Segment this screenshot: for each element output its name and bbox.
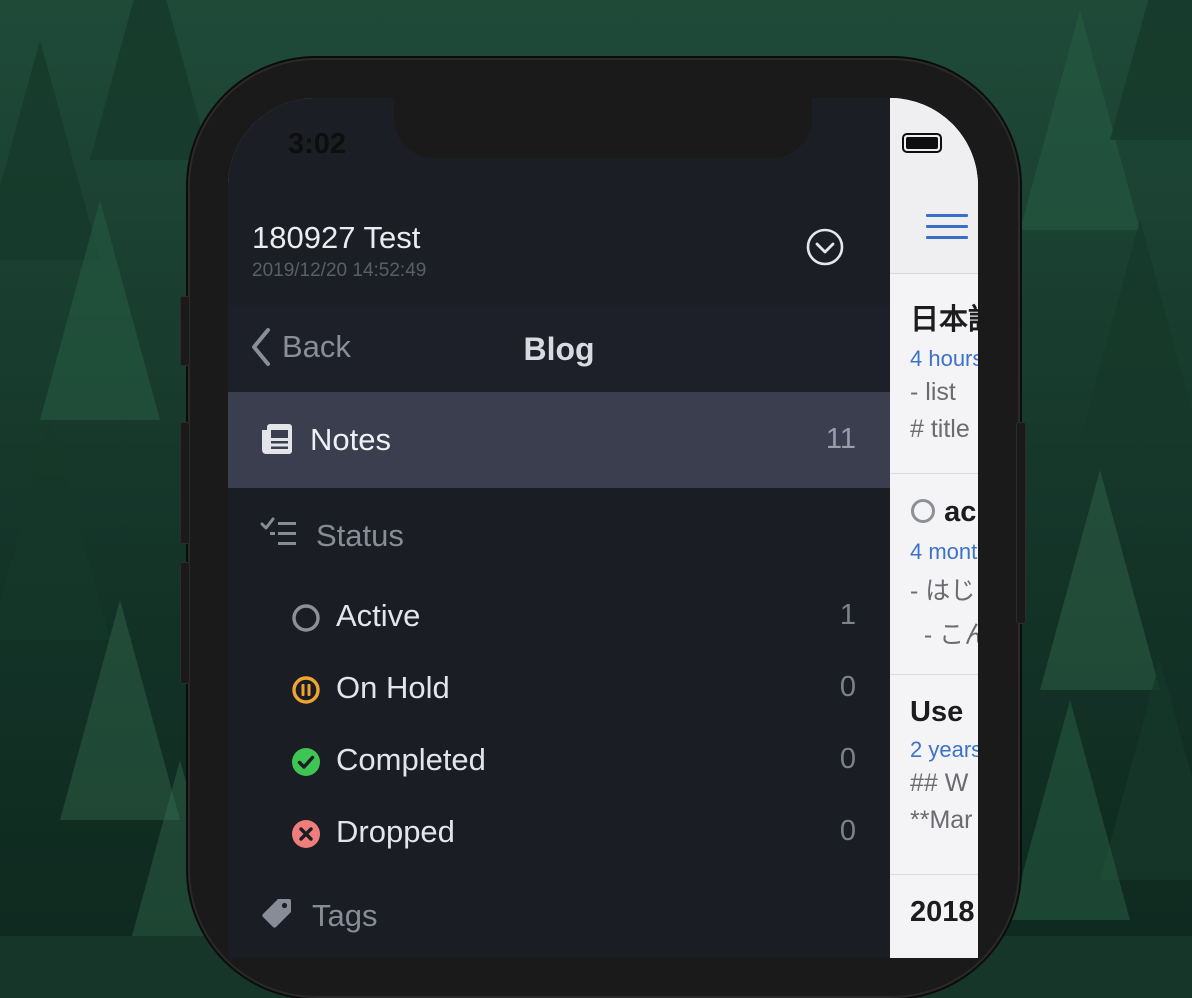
notes-label: Notes [310, 422, 391, 457]
list-item-title: 日本語 [910, 304, 978, 336]
note-list-header [890, 98, 978, 274]
volume-up-button [180, 422, 190, 544]
completed-label: Completed [336, 742, 486, 777]
check-circle-icon [292, 748, 320, 776]
status-label: Status [316, 518, 404, 553]
x-circle-icon [292, 820, 320, 848]
list-item[interactable]: 日本語 4 hours - list # title [910, 296, 978, 444]
list-item-time: 4 hours [910, 346, 978, 371]
document-date: 2019/12/20 14:52:49 [252, 260, 427, 281]
circle-outline-icon [911, 499, 935, 523]
menu-item-tags[interactable]: Tags [228, 882, 890, 958]
list-item[interactable]: 2018 [910, 896, 978, 929]
chevron-down-circle-icon[interactable] [806, 228, 844, 266]
checklist-icon [260, 517, 296, 545]
on-hold-count: 0 [839, 671, 856, 703]
active-label: Active [336, 598, 421, 633]
note-list-panel: 日本語 4 hours - list # title ac 4 months -… [890, 98, 978, 958]
list-item-title: ac [944, 496, 977, 528]
on-hold-label: On Hold [336, 670, 450, 705]
list-separator [890, 674, 978, 675]
notes-icon [262, 424, 292, 454]
list-separator [890, 473, 978, 474]
list-item-line: # title [910, 415, 970, 443]
list-item-line: - はじ [910, 577, 976, 605]
tag-icon [262, 899, 291, 928]
tags-label: Tags [312, 898, 378, 933]
document-title[interactable]: 180927 Test [252, 220, 420, 256]
dropped-count: 0 [839, 815, 856, 847]
menu-item-notes[interactable]: Notes 11 [228, 392, 890, 488]
completed-count: 0 [839, 743, 856, 775]
menu-item-status[interactable]: Status [228, 488, 890, 582]
list-separator [890, 874, 978, 875]
list-item[interactable]: ac 4 months - はじ - こん [910, 496, 978, 651]
pause-circle-icon [292, 676, 320, 704]
list-item-title-row: ac [910, 496, 978, 529]
status-item-completed[interactable]: Completed 0 [228, 726, 890, 798]
sidebar-drawer: 3:02 180927 Test 2019/12/20 14:52:49 Bac… [228, 98, 890, 958]
status-time: 3:02 [288, 128, 347, 160]
list-item-line: ## W [910, 769, 969, 797]
navbar-title: Blog [523, 331, 595, 367]
silent-switch [180, 296, 190, 366]
status-item-dropped[interactable]: Dropped 0 [228, 798, 890, 870]
list-item-line: **Mar [910, 806, 973, 834]
status-item-on-hold[interactable]: On Hold 0 [228, 654, 890, 726]
power-button [1016, 422, 1026, 624]
volume-down-button [180, 562, 190, 684]
list-item-time: 4 months [910, 539, 978, 564]
phone-screen: 3:02 180927 Test 2019/12/20 14:52:49 Bac… [228, 98, 978, 958]
battery-icon [902, 133, 942, 153]
list-item-time: 2 years [910, 737, 978, 762]
list-item[interactable]: Use 2 years ## W **Mar [910, 696, 978, 835]
list-item-line: - list [910, 378, 956, 406]
circle-outline-icon [292, 604, 320, 632]
notes-count: 11 [825, 423, 856, 455]
list-item-title: 2018 [910, 896, 975, 928]
hamburger-menu-icon[interactable] [926, 214, 968, 247]
list-item-line: - こん [923, 621, 978, 649]
list-item-title: Use [910, 696, 964, 728]
phone-notch [394, 98, 812, 158]
status-item-active[interactable]: Active 1 [228, 582, 890, 654]
dropped-label: Dropped [336, 814, 455, 849]
active-count: 1 [839, 599, 856, 631]
drawer-navbar: Back Blog [228, 305, 890, 393]
